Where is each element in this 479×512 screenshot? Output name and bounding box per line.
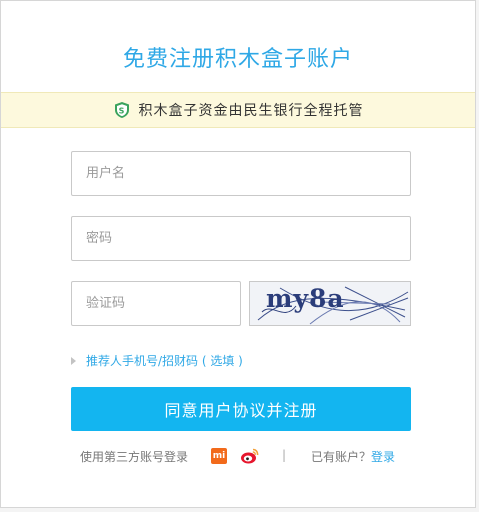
- password-input[interactable]: [71, 216, 411, 261]
- captcha-image[interactable]: my8a: [249, 281, 411, 326]
- captcha-input[interactable]: [71, 281, 241, 326]
- third-party-label: 使用第三方账号登录: [80, 450, 189, 464]
- captcha-text: my8a: [266, 284, 345, 313]
- notice-text: 积木盒子资金由民生银行全程托管: [138, 103, 364, 119]
- xiaomi-icon[interactable]: mi: [211, 448, 227, 464]
- weibo-icon[interactable]: [240, 447, 259, 465]
- username-input[interactable]: [71, 151, 411, 196]
- referrer-toggle[interactable]: 推荐人手机号/招财码 ( 选填 ): [71, 352, 243, 369]
- login-link[interactable]: 登录: [371, 450, 395, 464]
- triangle-right-icon: [71, 356, 76, 365]
- register-button[interactable]: 同意用户协议并注册: [71, 387, 411, 431]
- page-title: 免费注册积木盒子账户: [122, 47, 353, 72]
- svg-text:S: S: [118, 106, 125, 115]
- register-panel: 免费注册积木盒子账户 S 积木盒子资金由民生银行全程托管 my8a 推荐人手机号…: [0, 0, 476, 508]
- has-account-text: 已有账户？登录: [311, 448, 395, 465]
- referrer-link[interactable]: 推荐人手机号/招财码 ( 选填 ): [86, 352, 243, 369]
- has-account-label: 已有账户？: [311, 450, 372, 464]
- third-party-login: 使用第三方账号登录 mi | 已有账户？登录: [80, 447, 410, 465]
- custody-notice: S 积木盒子资金由民生银行全程托管: [1, 92, 475, 128]
- shield-icon: S: [114, 102, 129, 118]
- separator: |: [282, 448, 287, 462]
